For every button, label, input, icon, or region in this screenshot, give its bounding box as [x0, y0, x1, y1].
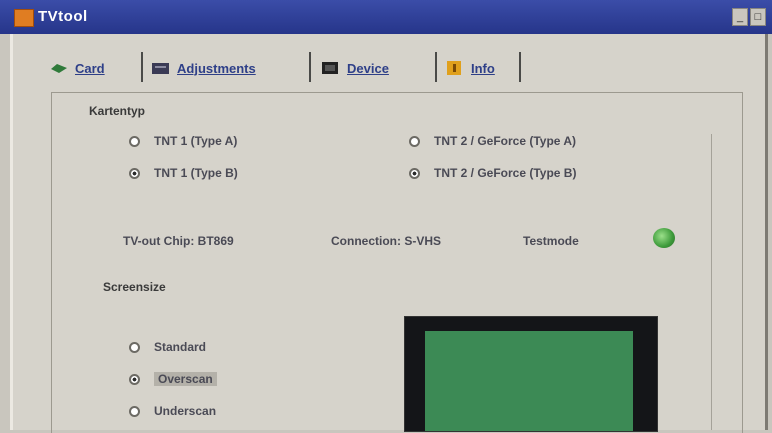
radio-label: TNT 2 / GeForce (Type A) — [434, 134, 577, 148]
maximize-button[interactable]: □ — [750, 8, 766, 26]
radio-label: TNT 2 / GeForce (Type B) — [434, 166, 577, 180]
divider — [711, 134, 712, 430]
radio-button-selected — [129, 167, 140, 179]
radio-button — [129, 135, 140, 147]
tab-card-label: Card — [75, 60, 105, 76]
device-icon — [322, 62, 338, 74]
tab-card[interactable]: Card — [49, 54, 105, 82]
radio-screen-overscan[interactable]: Overscan — [129, 372, 217, 386]
tvout-chip-label: TV-out Chip: BT869 — [123, 234, 234, 248]
screensize-heading: Screensize — [103, 280, 166, 294]
tab-device-label: Device — [347, 60, 389, 76]
testmode-label: Testmode — [523, 234, 579, 248]
minimize-button[interactable]: _ — [732, 8, 748, 26]
tab-adjustments[interactable]: Adjustments — [151, 54, 256, 82]
radio-button-selected — [129, 373, 140, 385]
radio-button-selected — [409, 167, 420, 179]
radio-label: TNT 1 (Type A) — [154, 134, 238, 148]
preview-screen-area — [425, 331, 633, 431]
testmode-status-led[interactable] — [653, 228, 675, 248]
cardtype-heading: Kartentyp — [89, 104, 146, 118]
title-bar: TVtool _ □ — [0, 0, 772, 34]
window-title: TVtool — [38, 8, 88, 25]
card-icon — [51, 64, 67, 73]
adjustments-icon — [152, 63, 169, 74]
screen-preview — [404, 316, 658, 432]
tab-bar: Card Adjustments Device Info — [13, 46, 765, 90]
radio-tnt2-type-a[interactable]: TNT 2 / GeForce (Type A) — [409, 134, 576, 148]
radio-screen-standard[interactable]: Standard — [129, 340, 206, 354]
tab-separator — [435, 52, 437, 82]
radio-screen-underscan[interactable]: Underscan — [129, 404, 216, 418]
tab-separator — [141, 52, 143, 82]
radio-tnt1-type-b[interactable]: TNT 1 (Type B) — [129, 166, 238, 180]
radio-button — [409, 135, 420, 147]
radio-button — [129, 405, 140, 417]
tab-separator — [309, 52, 311, 82]
tab-adjustments-label: Adjustments — [177, 60, 256, 76]
radio-label: TNT 1 (Type B) — [154, 166, 238, 180]
radio-label: Standard — [154, 340, 207, 354]
tab-separator — [519, 52, 521, 82]
radio-label-focused: Overscan — [154, 372, 217, 386]
tab-info[interactable]: Info — [445, 54, 495, 82]
connection-label: Connection: S-VHS — [331, 234, 441, 248]
tab-info-label: Info — [471, 60, 495, 76]
radio-label: Underscan — [154, 404, 217, 418]
tab-device[interactable]: Device — [321, 54, 389, 82]
radio-tnt1-type-a[interactable]: TNT 1 (Type A) — [129, 134, 237, 148]
radio-tnt2-type-b[interactable]: TNT 2 / GeForce (Type B) — [409, 166, 576, 180]
app-icon — [14, 9, 34, 27]
info-icon — [447, 61, 461, 75]
radio-button — [129, 341, 140, 353]
